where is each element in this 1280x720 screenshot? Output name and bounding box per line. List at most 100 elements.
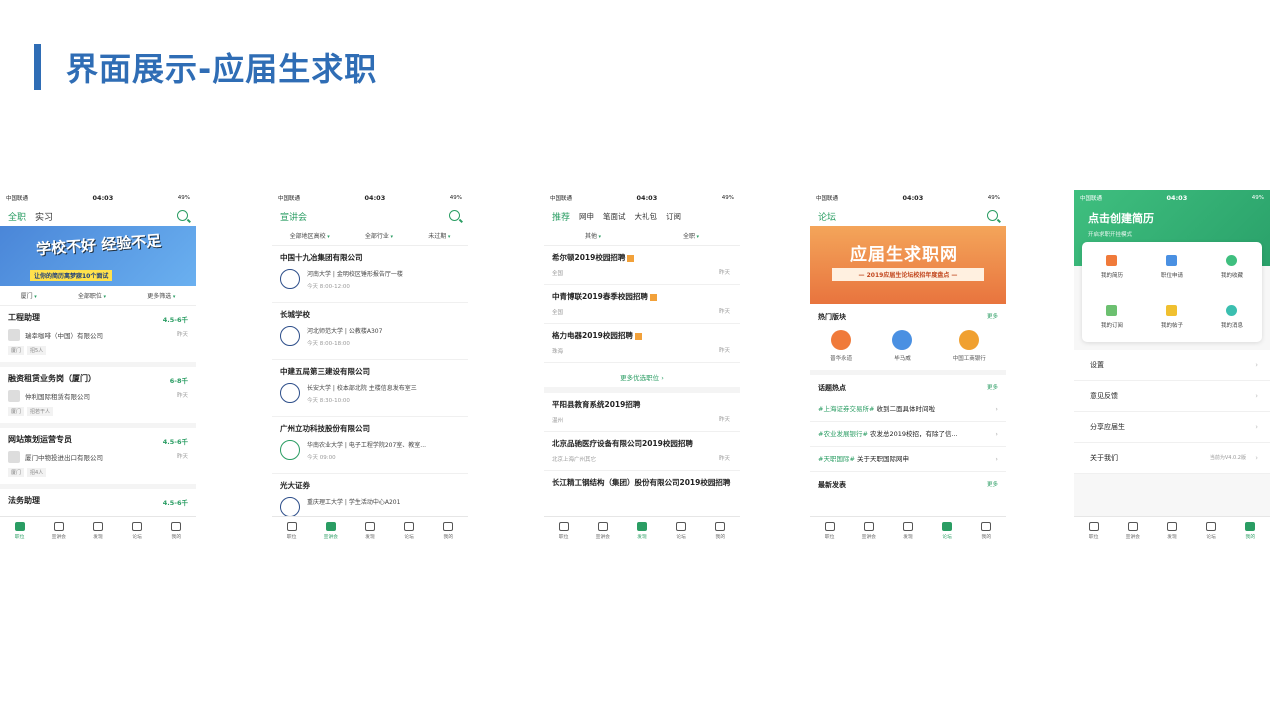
job-card[interactable]: 工程助理 4.5-6千 瑞幸咖啡（中国）有限公司 昨天 厦门 招5人 — [0, 306, 196, 367]
school-logo — [280, 383, 300, 403]
top-nav: 宣讲会 — [272, 206, 468, 226]
tab-intern[interactable]: 实习 — [35, 210, 53, 223]
job-card[interactable]: 网站策划运营专员 4.5-6千 厦门中物投进出口有限公司 昨天 厦门 招4人 — [0, 428, 196, 489]
tabbar-talks[interactable]: 宣讲会 — [44, 521, 74, 540]
job-title: 法务助理 — [8, 496, 40, 505]
recruit-item[interactable]: 希尔顿2019校园招聘 全国 昨天 — [544, 246, 740, 285]
tabbar-forum[interactable]: 论坛 — [1196, 521, 1226, 540]
tabbar-me[interactable]: 我的 — [705, 521, 735, 540]
menu-feedback[interactable]: 意见反馈 — [1074, 381, 1270, 412]
board-item[interactable]: 普华永道 — [830, 330, 852, 362]
more-link[interactable]: 更多 — [987, 480, 998, 490]
filter-expiry[interactable]: 未过期 — [428, 231, 450, 240]
talk-item[interactable]: 广州立功科技股份有限公司 华南农业大学 | 电子工程学院207室、教室... 今天 … — [272, 417, 468, 474]
job-card[interactable]: 融资租赁业务岗（厦门） 6-8千 仲利国际租赁有限公司 昨天 厦门 招若干人 — [0, 367, 196, 428]
search-icon[interactable] — [987, 210, 998, 221]
tabbar-jobs[interactable]: 职位 — [815, 521, 845, 540]
topic-item[interactable]: #天职国际# 关于天职国际网申 — [810, 447, 1006, 472]
recruit-item[interactable]: 格力电器2019校园招聘 珠海 昨天 — [544, 324, 740, 363]
filter-other[interactable]: 其他 — [585, 231, 601, 240]
talk-item[interactable]: 中建五局第三建设有限公司 长安大学 | 校本部北院 主楼信息发布室三 今天 8:30… — [272, 360, 468, 417]
tabbar-talks[interactable]: 宣讲会 — [854, 521, 884, 540]
filter-region[interactable]: 全部地区高校 — [290, 231, 330, 240]
tabbar-discover[interactable]: 发现 — [83, 521, 113, 540]
tabbar-discover[interactable]: 发现 — [1157, 521, 1187, 540]
topic-item[interactable]: #农业发展银行# 农发总2019校招，有除了信... — [810, 422, 1006, 447]
tab-gift[interactable]: 大礼包 — [635, 211, 658, 222]
tab-bar: 职位 宣讲会 发现 论坛 我的 — [0, 516, 196, 544]
menu-share[interactable]: 分享应届生 — [1074, 412, 1270, 443]
tab-bar: 职位 宣讲会 发现 论坛 我的 — [1074, 516, 1270, 544]
recruit-item[interactable]: 北京品驰医疗设备有限公司2019校园招聘 北京上海广州其它 昨天 — [544, 432, 740, 471]
tab-recommend[interactable]: 推荐 — [552, 210, 570, 223]
job-tags: 厦门 招若干人 — [8, 407, 188, 416]
tabbar-forum[interactable]: 论坛 — [932, 521, 962, 540]
create-resume-sub: 开启求职开挂模式 — [1088, 232, 1133, 238]
more-link[interactable]: 更多 — [987, 383, 998, 393]
tabbar-discover[interactable]: 发现 — [893, 521, 923, 540]
filter-position[interactable]: 全部职位 — [78, 291, 106, 300]
board-item[interactable]: 中国工商银行 — [953, 330, 986, 362]
subscriptions-button[interactable]: 我的订阅 — [1101, 305, 1123, 329]
job-company: 仲利国际租赁有限公司 — [8, 390, 188, 402]
recruit-item[interactable]: 平阳县教育系统2019招聘 温州 昨天 — [544, 393, 740, 432]
tabbar-forum[interactable]: 论坛 — [394, 521, 424, 540]
pie-chart-icon — [831, 330, 852, 350]
my-posts-button[interactable]: 我的帖子 — [1161, 305, 1183, 329]
bell-icon — [1226, 305, 1238, 316]
tabbar-talks[interactable]: 宣讲会 — [1118, 521, 1148, 540]
menu-about[interactable]: 关于我们 当前为V4.0.2版 — [1074, 443, 1270, 474]
banner-title: 学校不好 经验不足 — [35, 231, 162, 259]
search-icon[interactable] — [449, 210, 460, 221]
my-resume-button[interactable]: 我的简历 — [1101, 255, 1123, 279]
tabbar-jobs[interactable]: 职位 — [549, 521, 579, 540]
messages-button[interactable]: 我的消息 — [1221, 305, 1243, 329]
talk-item[interactable]: 中国十九冶集团有限公司 河南大学 | 金明校区锤形报告厅一楼 今天 8:00-12:… — [272, 246, 468, 303]
tabbar-talks[interactable]: 宣讲会 — [316, 521, 346, 540]
filter-city[interactable]: 厦门 — [21, 291, 37, 300]
document-icon — [892, 330, 913, 350]
applications-button[interactable]: 职位申请 — [1161, 255, 1183, 279]
tabbar-forum[interactable]: 论坛 — [122, 521, 152, 540]
tabbar-jobs[interactable]: 职位 — [5, 521, 35, 540]
tabbar-me[interactable]: 我的 — [433, 521, 463, 540]
topic-item[interactable]: #上海证券交易所# 收到二面具体时间啦 — [810, 397, 1006, 422]
filter-fulltime[interactable]: 全职 — [683, 231, 699, 240]
section-latest: 最新发表 更多 — [818, 480, 998, 490]
chat-icon — [597, 521, 608, 531]
recruit-item[interactable]: 中青博联2019春季校园招聘 全国 昨天 — [544, 285, 740, 324]
tab-fulltime[interactable]: 全职 — [8, 210, 26, 223]
more-jobs-link[interactable]: 更多优选职位 › — [544, 363, 740, 393]
tabbar-discover[interactable]: 发现 — [355, 521, 385, 540]
tabbar-jobs[interactable]: 职位 — [277, 521, 307, 540]
job-tags: 厦门 招4人 — [8, 468, 188, 477]
tabbar-discover[interactable]: 发现 — [627, 521, 657, 540]
tab-exam[interactable]: 笔面试 — [603, 211, 626, 222]
tabbar-forum[interactable]: 论坛 — [666, 521, 696, 540]
search-icon[interactable] — [177, 210, 188, 221]
page-header: 界面展示-应届生求职 — [34, 44, 377, 90]
tabbar-me[interactable]: 我的 — [161, 521, 191, 540]
job-salary: 4.5-6千 — [162, 316, 188, 324]
recruit-item[interactable]: 长江精工钢结构（集团）股份有限公司2019校园招聘 — [544, 471, 740, 517]
more-link[interactable]: 更多 — [987, 312, 998, 322]
forum-banner[interactable]: 应届生求职网 — 2019应届生论坛校招年度盘点 — — [810, 226, 1006, 304]
tabbar-me[interactable]: 我的 — [1235, 521, 1265, 540]
briefcase-icon — [824, 521, 835, 531]
favorites-button[interactable]: 我的收藏 — [1221, 255, 1243, 279]
section-topics: 话题热点 更多 — [818, 383, 998, 393]
status-bar: 中国联通 04:03 49% — [278, 194, 462, 202]
board-item[interactable]: 毕马威 — [892, 330, 913, 362]
filter-industry[interactable]: 全部行业 — [365, 231, 393, 240]
hot-boards: 普华永道 毕马威 中国工商银行 — [810, 326, 1006, 375]
menu-settings[interactable]: 设置 — [1074, 350, 1270, 381]
tab-subscribe[interactable]: 订阅 — [666, 211, 681, 222]
hot-badge-icon — [634, 332, 642, 340]
tab-apply[interactable]: 网申 — [579, 211, 594, 222]
tabbar-me[interactable]: 我的 — [971, 521, 1001, 540]
promo-banner[interactable]: 学校不好 经验不足 让你的简历离梦寐10个面试 — [0, 226, 196, 286]
tabbar-jobs[interactable]: 职位 — [1079, 521, 1109, 540]
tabbar-talks[interactable]: 宣讲会 — [588, 521, 618, 540]
talk-item[interactable]: 长城学校 河北师范大学 | 公教楼A307 今天 8:00-18:00 — [272, 303, 468, 360]
filter-more[interactable]: 更多筛选 — [147, 291, 175, 300]
